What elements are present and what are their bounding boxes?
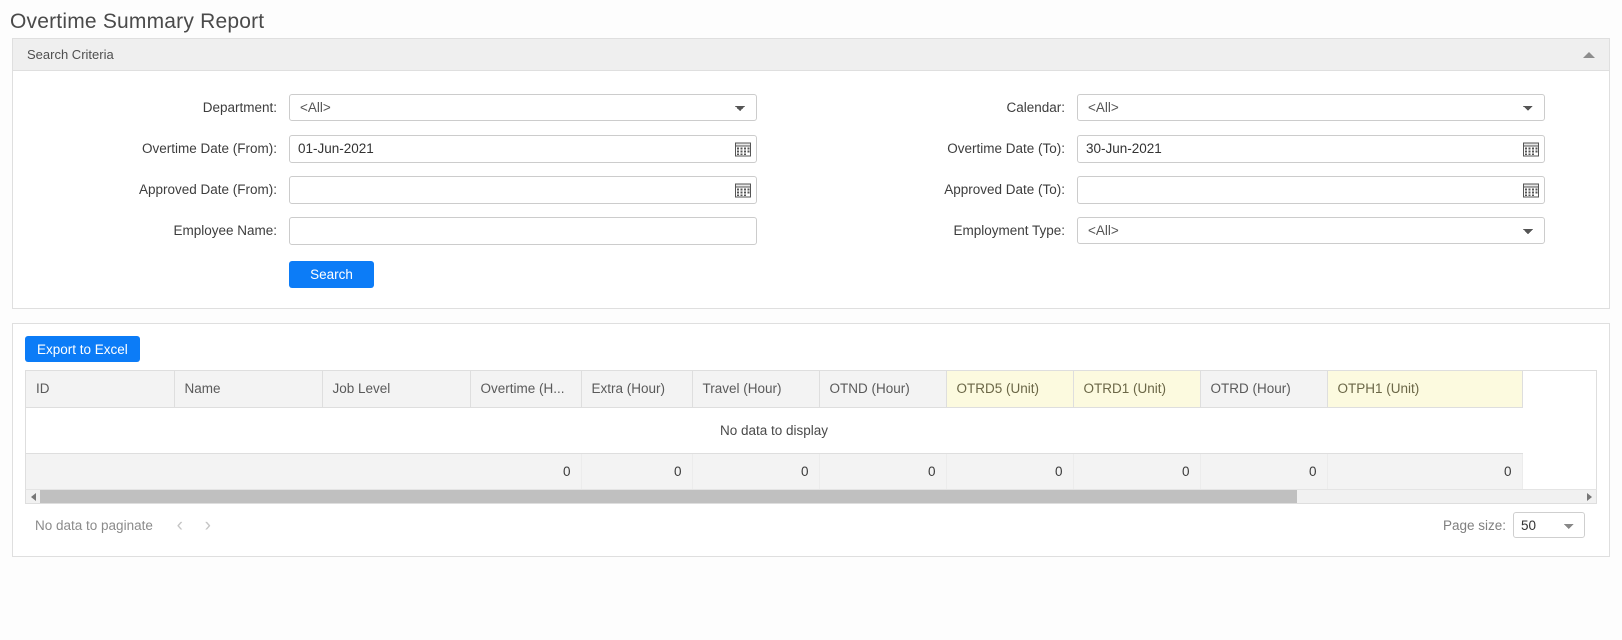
- results-panel: Export to Excel ID Name Job Level Overtime …: [12, 323, 1610, 557]
- field-row-approved-date-from: Approved Date (From):: [13, 169, 811, 210]
- field-row-employment-type: Employment Type: <All>: [811, 210, 1609, 251]
- overtime-date-to-input[interactable]: [1077, 134, 1545, 163]
- total-cell-overtime-h: 0: [470, 453, 582, 489]
- overtime-date-from-input[interactable]: [289, 134, 757, 163]
- column-header-overtime-h[interactable]: Overtime (H...: [470, 371, 582, 408]
- search-form-right-column: Calendar: <All> Overtime Date (To): 30-J…: [811, 87, 1609, 288]
- field-row-calendar: Calendar: <All>: [811, 87, 1609, 128]
- results-grid-body: No data to display: [26, 407, 1522, 454]
- empty-message: No data to display: [26, 407, 1522, 454]
- scroll-left-arrow-icon[interactable]: [26, 490, 40, 503]
- pagination-message: No data to paginate: [35, 517, 153, 533]
- column-header-otrd5-unit[interactable]: OTRD5 (Unit): [946, 371, 1074, 408]
- page-size-label: Page size:: [1442, 517, 1506, 533]
- export-to-excel-button[interactable]: Export to Excel: [25, 336, 140, 362]
- page-size-select[interactable]: 102050100: [1513, 512, 1585, 538]
- horizontal-scrollbar[interactable]: [25, 489, 1597, 504]
- caret-up-icon[interactable]: [1583, 51, 1595, 58]
- column-header-id[interactable]: ID: [26, 371, 175, 408]
- total-cell-extra-hour: 0: [581, 453, 693, 489]
- totals-row: 00000000: [26, 453, 1523, 489]
- results-grid: ID Name Job Level Overtime (H... Extra (Hour…: [26, 371, 1523, 489]
- total-cell-otrd5-unit: 0: [946, 453, 1074, 489]
- overtime-date-from-label: Overtime Date (From):: [141, 141, 277, 156]
- results-grid-header: ID Name Job Level Overtime (H... Extra (Hour…: [26, 371, 1523, 408]
- field-row-overtime-date-to: Overtime Date (To):: [811, 128, 1609, 169]
- scrollbar-thumb[interactable]: [40, 490, 1297, 503]
- field-row-overtime-date-from: Overtime Date (From):: [13, 128, 811, 169]
- search-criteria-title: Search Criteria: [27, 47, 114, 62]
- approved-date-to-control: [1077, 175, 1545, 204]
- approved-date-from-label: Approved Date (From):: [138, 182, 277, 197]
- pagination-right: Page size: 102050100: [1443, 512, 1593, 538]
- column-header-job-level[interactable]: Job Level: [322, 371, 471, 408]
- approved-date-from-control: [289, 175, 757, 204]
- total-cell-otph1-unit: 0: [1327, 453, 1523, 489]
- results-body: Export to Excel ID Name Job Level Overtime …: [13, 324, 1609, 556]
- pagination-arrows: ‹ ›: [171, 514, 217, 536]
- search-button[interactable]: Search: [289, 261, 374, 288]
- calendar-control: <All>: [1077, 94, 1545, 121]
- field-row-employee-name: Employee Name:: [13, 210, 811, 251]
- calendar-icon[interactable]: [1523, 182, 1539, 197]
- field-row-approved-date-to: Approved Date (To):: [811, 169, 1609, 210]
- employee-name-control: [289, 216, 757, 245]
- total-cell-otnd-hour: 0: [819, 453, 947, 489]
- calendar-icon[interactable]: [735, 141, 751, 156]
- page-title: Overtime Summary Report: [10, 10, 265, 33]
- total-cell-otrd-hour: 0: [1200, 453, 1328, 489]
- search-form-left-column: Department: <All> Overtime Date (From):: [13, 87, 811, 288]
- approved-date-to-label: Approved Date (To):: [944, 182, 1065, 197]
- total-cell-otrd1-unit: 0: [1073, 453, 1201, 489]
- pagination-bar: No data to paginate ‹ › Page size: 10205…: [25, 504, 1597, 546]
- scroll-right-arrow-icon[interactable]: [1582, 490, 1596, 503]
- calendar-select[interactable]: <All>: [1077, 94, 1545, 121]
- approved-date-to-input[interactable]: [1077, 175, 1545, 204]
- chevron-right-icon[interactable]: ›: [199, 514, 217, 536]
- overtime-date-from-control: [289, 134, 757, 163]
- overtime-date-to-label: Overtime Date (To):: [947, 141, 1065, 156]
- calendar-icon[interactable]: [1523, 141, 1539, 156]
- employment-type-select[interactable]: <All>: [1077, 217, 1545, 244]
- total-cell-id: [26, 453, 174, 489]
- total-cell-name: [174, 453, 322, 489]
- calendar-icon[interactable]: [735, 182, 751, 197]
- total-cell-travel-hour: 0: [692, 453, 820, 489]
- employment-type-control: <All>: [1077, 217, 1545, 244]
- results-grid-footer: 00000000: [26, 453, 1523, 489]
- chevron-left-icon[interactable]: ‹: [171, 514, 189, 536]
- column-header-travel-hour[interactable]: Travel (Hour): [692, 371, 820, 408]
- calendar-label: Calendar:: [1006, 100, 1065, 115]
- field-row-department: Department: <All>: [13, 87, 811, 128]
- empty-row: No data to display: [26, 407, 1522, 454]
- header-row: ID Name Job Level Overtime (H... Extra (Hour…: [26, 371, 1523, 408]
- overtime-date-to-control: [1077, 134, 1545, 163]
- employee-name-input[interactable]: [289, 216, 757, 245]
- column-header-otrd1-unit[interactable]: OTRD1 (Unit): [1073, 371, 1201, 408]
- results-grid-wrapper: ID Name Job Level Overtime (H... Extra (Hour…: [25, 370, 1597, 489]
- column-header-otph1-unit[interactable]: OTPH1 (Unit): [1327, 371, 1523, 408]
- total-cell-job-level: [322, 453, 470, 489]
- department-label: Department:: [202, 100, 277, 115]
- department-select[interactable]: <All>: [289, 94, 757, 121]
- column-header-extra-hour[interactable]: Extra (Hour): [581, 371, 693, 408]
- column-header-otrd-hour[interactable]: OTRD (Hour): [1200, 371, 1328, 408]
- department-control: <All>: [289, 94, 757, 121]
- employee-name-label: Employee Name:: [173, 223, 277, 238]
- search-criteria-panel: Search Criteria Department: <All> Overti…: [12, 38, 1610, 309]
- search-form: Department: <All> Overtime Date (From):: [13, 71, 1609, 308]
- pagination-left: No data to paginate ‹ ›: [35, 514, 217, 536]
- column-header-name[interactable]: Name: [174, 371, 323, 408]
- employment-type-label: Employment Type:: [953, 223, 1065, 238]
- search-button-row: Search: [13, 261, 811, 288]
- search-criteria-header[interactable]: Search Criteria: [13, 39, 1609, 71]
- approved-date-from-input[interactable]: [289, 175, 757, 204]
- column-header-otnd-hour[interactable]: OTND (Hour): [819, 371, 947, 408]
- scrollbar-track[interactable]: [40, 490, 1582, 503]
- export-row: Export to Excel: [25, 336, 1597, 362]
